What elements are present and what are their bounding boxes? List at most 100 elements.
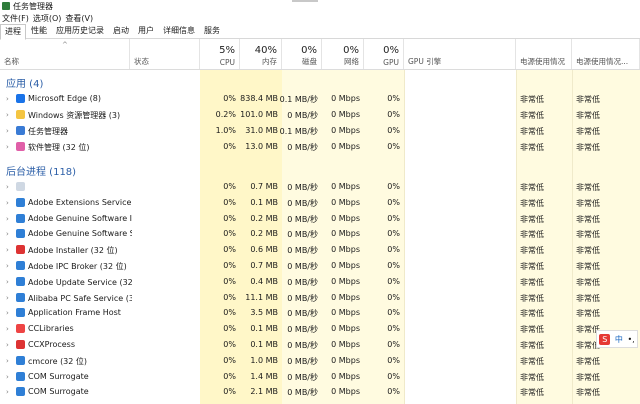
expand-chevron-icon[interactable]: › (6, 183, 9, 191)
expand-chevron-icon[interactable]: › (6, 95, 9, 103)
col-disk[interactable]: 0% 磁盘 (282, 39, 322, 69)
tab-startup[interactable]: 启动 (109, 24, 133, 38)
cell-power: 非常低 (520, 214, 544, 224)
tab-performance[interactable]: 性能 (27, 24, 51, 38)
process-row[interactable]: › Adobe Genuine Software Int... 0% 0.2 MB 0 … (0, 211, 640, 227)
cell-disk: 0 MB/秒 (287, 262, 318, 271)
cell-net: 0 Mbps (331, 126, 360, 135)
process-row[interactable]: › cmcore (32 位) 0% 1.0 MB 0 MB/秒 0 Mbps 0% 非常低 非… (0, 353, 640, 369)
process-row[interactable]: › Adobe Installer (32 位) 0% 0.6 MB 0 MB/秒 0 M… (0, 242, 640, 258)
cell-mem: 0.2 MB (250, 229, 278, 239)
cell-net: 0 Mbps (331, 292, 360, 302)
process-row[interactable]: › Adobe Genuine Software Ser... 0% 0.2 MB 0 … (0, 226, 640, 242)
tab-processes[interactable]: 进程 (0, 24, 26, 40)
cell-gpu: 0% (387, 387, 400, 397)
cell-disk: 0 MB/秒 (287, 388, 318, 398)
col-power[interactable]: 电源使用情况 (516, 39, 572, 69)
col-cpu[interactable]: 5% CPU (200, 39, 240, 69)
cell-net: 0 Mbps (331, 182, 360, 191)
cell-power-trend: 非常低 (576, 95, 600, 104)
process-row[interactable]: › 软件管理 (32 位) 0% 13.0 MB 0 MB/秒 0 Mbps 0% 非常低 非常… (0, 139, 640, 155)
menu-options[interactable]: 选项(O) (33, 13, 62, 24)
expand-chevron-icon[interactable]: › (6, 199, 9, 207)
process-name: CCLibraries (28, 324, 74, 334)
col-memory[interactable]: 40% 内存 (240, 39, 282, 69)
col-gpu-engine[interactable]: GPU 引擎 (404, 39, 516, 69)
process-row[interactable]: › 0% 0.7 MB 0 MB/秒 0 Mbps 0% 非常低 非常低 (0, 179, 640, 195)
process-icon (16, 387, 25, 397)
cell-mem: 1.4 MB (250, 371, 278, 381)
process-row[interactable]: › COM Surrogate 0% 1.4 MB 0 MB/秒 0 Mbps 0% 非常低 非… (0, 369, 640, 385)
process-icon (16, 142, 25, 151)
section-title: 应用 (4) (6, 79, 44, 90)
expand-chevron-icon[interactable]: › (6, 230, 9, 238)
tab-services[interactable]: 服务 (200, 24, 224, 38)
expand-chevron-icon[interactable]: › (6, 373, 9, 381)
expand-chevron-icon[interactable]: › (6, 325, 9, 333)
cell-net: 0 Mbps (331, 261, 360, 270)
process-icon (16, 229, 25, 239)
process-row[interactable]: › Alibaba PC Safe Service (32 位) 0% 11.1 MB… (0, 290, 640, 306)
col-name[interactable]: ^ 名称 (0, 39, 130, 69)
process-name: 软件管理 (32 位) (28, 143, 90, 152)
expand-chevron-icon[interactable]: › (6, 357, 9, 365)
cell-gpu: 0% (387, 340, 400, 349)
cell-power-trend: 非常低 (576, 183, 600, 192)
process-row[interactable]: › COM Surrogate 0% 2.1 MB 0 MB/秒 0 Mbps 0% 非常低 非… (0, 384, 640, 400)
cell-net: 0 Mbps (331, 245, 360, 255)
section-apps[interactable]: 应用 (4) (0, 72, 640, 90)
col-status[interactable]: 状态 (130, 39, 200, 69)
expand-chevron-icon[interactable]: › (6, 262, 9, 270)
cell-gpu: 0% (387, 245, 400, 255)
process-row[interactable]: › Adobe Extensions Service 0% 0.1 MB 0 MB/秒 0… (0, 195, 640, 211)
cell-disk: 0 MB/秒 (287, 111, 318, 120)
expand-chevron-icon[interactable]: › (6, 341, 9, 349)
section-background[interactable]: 后台进程 (118) (0, 160, 640, 178)
process-name: Application Frame Host (28, 308, 121, 318)
process-row[interactable]: › CCLibraries 0% 0.1 MB 0 MB/秒 0 Mbps 0% 非常低 非常低 (0, 321, 640, 337)
cell-disk: 0 MB/秒 (287, 143, 318, 152)
expand-chevron-icon[interactable]: › (6, 246, 9, 254)
sort-caret-icon: ^ (62, 41, 68, 49)
process-row[interactable]: › Microsoft Edge (8) 0% 838.4 MB 0.1 MB/秒 0 M… (0, 91, 640, 107)
cell-mem: 0.4 MB (250, 276, 278, 286)
tab-users[interactable]: 用户 (134, 24, 158, 38)
cell-gpu: 0% (387, 142, 400, 151)
ime-toolbar[interactable]: S 中 •, (596, 330, 638, 348)
tab-app-history[interactable]: 应用历史记录 (52, 24, 108, 38)
process-row[interactable]: › Adobe Update Service (32 位) 0% 0.4 MB 0 MB… (0, 274, 640, 290)
process-name: Windows 资源管理器 (3) (28, 111, 121, 120)
col-power-trend[interactable]: 电源使用情况... (572, 39, 640, 69)
cell-cpu: 0% (223, 371, 236, 381)
expand-chevron-icon[interactable]: › (6, 309, 9, 317)
expand-chevron-icon[interactable]: › (6, 215, 9, 223)
ime-mode[interactable]: 中 (615, 334, 623, 345)
menu-file[interactable]: 文件(F) (2, 13, 29, 24)
process-row[interactable]: › CCXProcess 0% 0.1 MB 0 MB/秒 0 Mbps 0% 非常低 非常低 (0, 337, 640, 353)
process-row[interactable]: › 任务管理器 1.0% 31.0 MB 0.1 MB/秒 0 Mbps 0% 非常低 非常低 (0, 123, 640, 139)
cell-mem: 0.6 MB (250, 245, 278, 255)
col-network[interactable]: 0% 网络 (322, 39, 364, 69)
expand-chevron-icon[interactable]: › (6, 127, 9, 135)
expand-chevron-icon[interactable]: › (6, 278, 9, 286)
cell-cpu: 0% (223, 142, 236, 151)
snap-handle[interactable] (292, 0, 318, 2)
tab-details[interactable]: 详细信息 (159, 24, 199, 38)
expand-chevron-icon[interactable]: › (6, 388, 9, 396)
cell-gpu: 0% (387, 261, 400, 270)
expand-chevron-icon[interactable]: › (6, 111, 9, 119)
process-row[interactable]: › Application Frame Host 0% 3.5 MB 0 MB/秒 0 M… (0, 305, 640, 321)
cell-power-trend: 非常低 (576, 262, 600, 271)
cell-disk: 0 MB/秒 (287, 341, 318, 350)
process-row[interactable]: › Adobe IPC Broker (32 位) 0% 0.7 MB 0 MB/秒 0 … (0, 258, 640, 274)
process-name: Alibaba PC Safe Service (32 位) (28, 293, 132, 303)
menu-view[interactable]: 查看(V) (65, 13, 93, 24)
process-row[interactable]: › Windows 资源管理器 (3) 0.2% 101.0 MB 0 MB/秒 0 Mb… (0, 107, 640, 123)
process-icon (16, 324, 25, 334)
expand-chevron-icon[interactable]: › (6, 294, 9, 302)
process-icon (16, 292, 25, 302)
cell-cpu: 0% (223, 197, 236, 207)
expand-chevron-icon[interactable]: › (6, 143, 9, 151)
col-gpu[interactable]: 0% GPU (364, 39, 404, 69)
process-name: cmcore (32 位) (28, 356, 88, 366)
